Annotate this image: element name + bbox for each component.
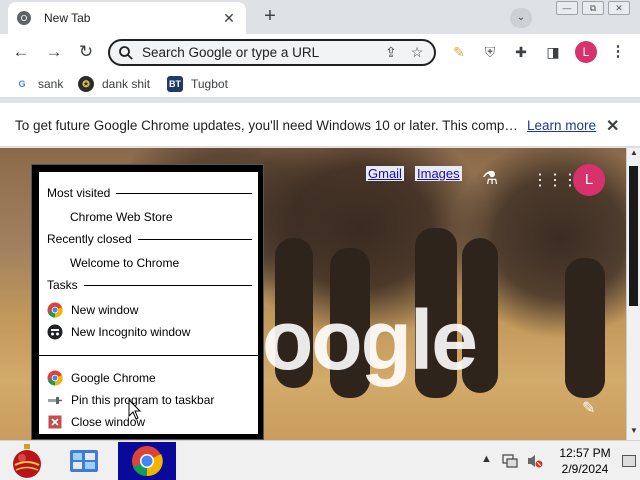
bookmark-sank[interactable]: G sank [14,76,63,92]
ublock-icon[interactable]: ⛨ [481,43,499,61]
share-icon[interactable]: ⇪ [382,44,400,61]
google-apps-icon[interactable]: ⋮⋮⋮ [532,170,578,190]
omnibox[interactable]: Search Google or type a URL ⇪ ☆ [108,39,436,66]
extension-icon[interactable]: ✎ [450,43,468,61]
jumplist-new-incognito[interactable]: New Incognito window [47,324,190,340]
vertical-scrollbar[interactable]: ▲ ▼ [626,148,640,440]
back-button[interactable]: ← [10,41,32,63]
ntp-profile-avatar[interactable]: L [573,164,605,196]
windows-taskbar: ▲ 12:57 PM 2/9/2024 [0,440,640,480]
close-window-icon [48,415,62,429]
incognito-icon [47,324,63,340]
chrome-menu-icon[interactable]: ⋮ [610,42,626,62]
jumplist-item-label: New Incognito window [71,325,191,339]
pin-icon [48,397,62,404]
system-clock[interactable]: 12:57 PM 2/9/2024 [556,445,614,477]
infobar-close-icon[interactable]: ✕ [606,116,619,136]
forward-button[interactable]: → [43,41,65,63]
minimize-button[interactable]: — [556,1,578,15]
jumplist-item-label: Google Chrome [71,371,156,385]
customize-pencil-icon[interactable]: ✎ [582,398,595,418]
bookmark-label: dank shit [102,77,151,91]
tab-close-icon[interactable]: ✕ [220,10,238,27]
clock-date: 2/9/2024 [561,462,609,476]
jumplist-item-label: New window [71,303,139,317]
browser-toolbar: ← → ↻ Search Google or type a URL ⇪ ☆ ✎ … [0,34,640,70]
jumplist-heading: Tasks [47,278,252,292]
tab-new-tab[interactable]: New Tab ✕ [8,2,246,34]
reload-button[interactable]: ↻ [75,41,97,63]
chrome-icon [47,370,63,386]
scroll-up-icon[interactable]: ▲ [627,148,640,157]
close-window-button[interactable]: ✕ [608,1,630,15]
bookmark-star-icon[interactable]: ☆ [408,44,426,61]
jumplist-new-window[interactable]: New window [47,302,138,318]
mouse-cursor-icon [128,399,142,420]
infobar-message: To get future Google Chrome updates, you… [15,118,524,133]
jumplist-separator [39,355,258,356]
start-button-ornament-icon[interactable] [10,443,44,479]
jumplist-heading: Most visited [47,186,252,200]
update-infobar: To get future Google Chrome updates, you… [0,103,640,147]
background-image [565,258,605,398]
side-panel-icon[interactable]: ◨ [544,43,562,61]
new-tab-button[interactable]: + [258,6,282,28]
chrome-icon [132,446,163,477]
search-icon [119,45,133,60]
network-icon[interactable] [502,453,518,469]
show-hidden-icons-icon[interactable]: ▲ [481,453,492,465]
volume-muted-icon[interactable] [527,453,543,469]
google-icon: G [18,79,26,89]
bookmark-dank-shit[interactable]: ✪ dank shit [78,76,150,92]
maximize-button[interactable]: ⧉ [582,1,604,15]
tab-search-button[interactable]: ⌄ [510,8,532,28]
site-icon: ✪ [78,76,94,92]
extensions-puzzle-icon[interactable]: ✚ [512,43,530,61]
control-panel-icon [70,450,98,472]
bookmarks-bar: G sank ✪ dank shit BT Tugbot [0,70,640,98]
bookmark-tugbot[interactable]: BT Tugbot [167,76,228,92]
jumplist-item[interactable]: Chrome Web Store [70,210,173,224]
taskbar-control-panel[interactable] [58,442,116,480]
tab-title: New Tab [44,11,91,25]
jumplist-item[interactable]: Welcome to Chrome [70,256,179,270]
gmail-link[interactable]: Gmail [366,166,404,181]
clock-time: 12:57 PM [559,446,611,460]
scroll-down-icon[interactable]: ▼ [627,426,640,435]
jumplist-google-chrome[interactable]: Google Chrome [47,370,156,386]
images-link[interactable]: Images [415,166,462,181]
google-logo: oogle [262,293,478,387]
jumplist-item-label: Pin this program to taskbar [71,393,215,407]
scrollbar-thumb[interactable] [629,166,638,306]
window-controls: — ⧉ ✕ [556,1,630,15]
learn-more-link[interactable]: Learn more [527,118,596,133]
omnibox-placeholder: Search Google or type a URL [142,45,320,60]
chrome-icon [47,302,63,318]
tab-strip: New Tab ✕ + ⌄ — ⧉ ✕ [0,0,640,34]
bookmark-label: Tugbot [191,77,228,91]
labs-flask-icon[interactable]: ⚗ [482,168,498,189]
show-desktop-button[interactable] [622,455,636,467]
chrome-favicon-icon [17,11,31,25]
bookmark-label: sank [38,77,64,91]
bt-icon: BT [167,76,183,92]
profile-avatar[interactable]: L [575,41,597,63]
taskbar-chrome[interactable] [118,442,176,480]
taskbar-jump-list: Most visited Chrome Web Store Recently c… [31,164,264,440]
jumplist-heading: Recently closed [47,232,252,246]
